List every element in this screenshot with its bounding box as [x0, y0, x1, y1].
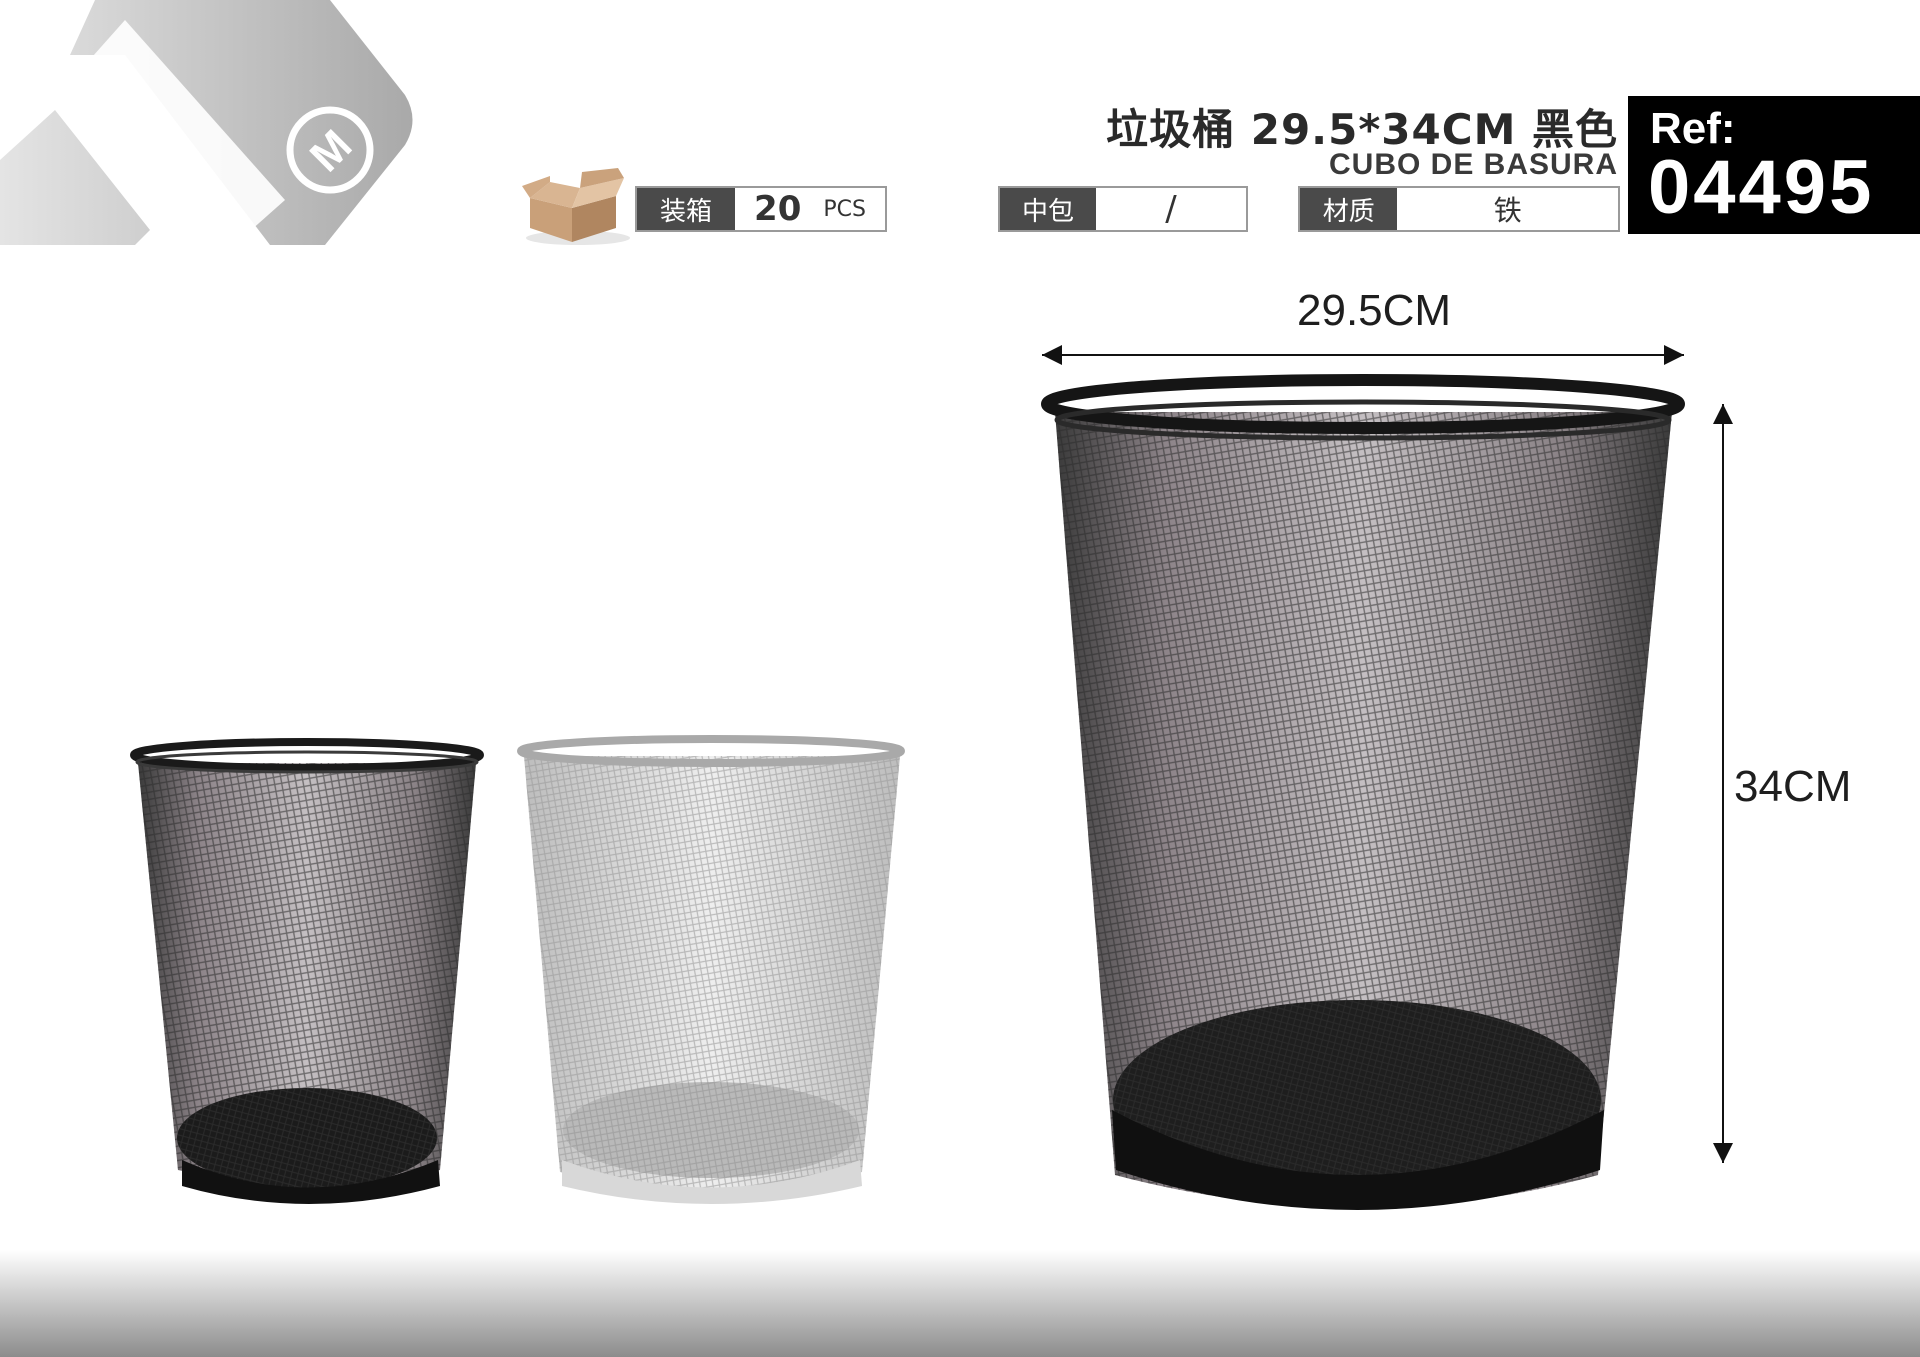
black-bin-small	[130, 738, 484, 1204]
silver-bin-small	[517, 735, 905, 1204]
black-bin-large	[1041, 374, 1685, 1210]
height-dimension-label: 34CM	[1734, 762, 1852, 811]
product-scene	[0, 345, 1920, 1357]
width-dimension-label: 29.5CM	[1297, 286, 1452, 335]
